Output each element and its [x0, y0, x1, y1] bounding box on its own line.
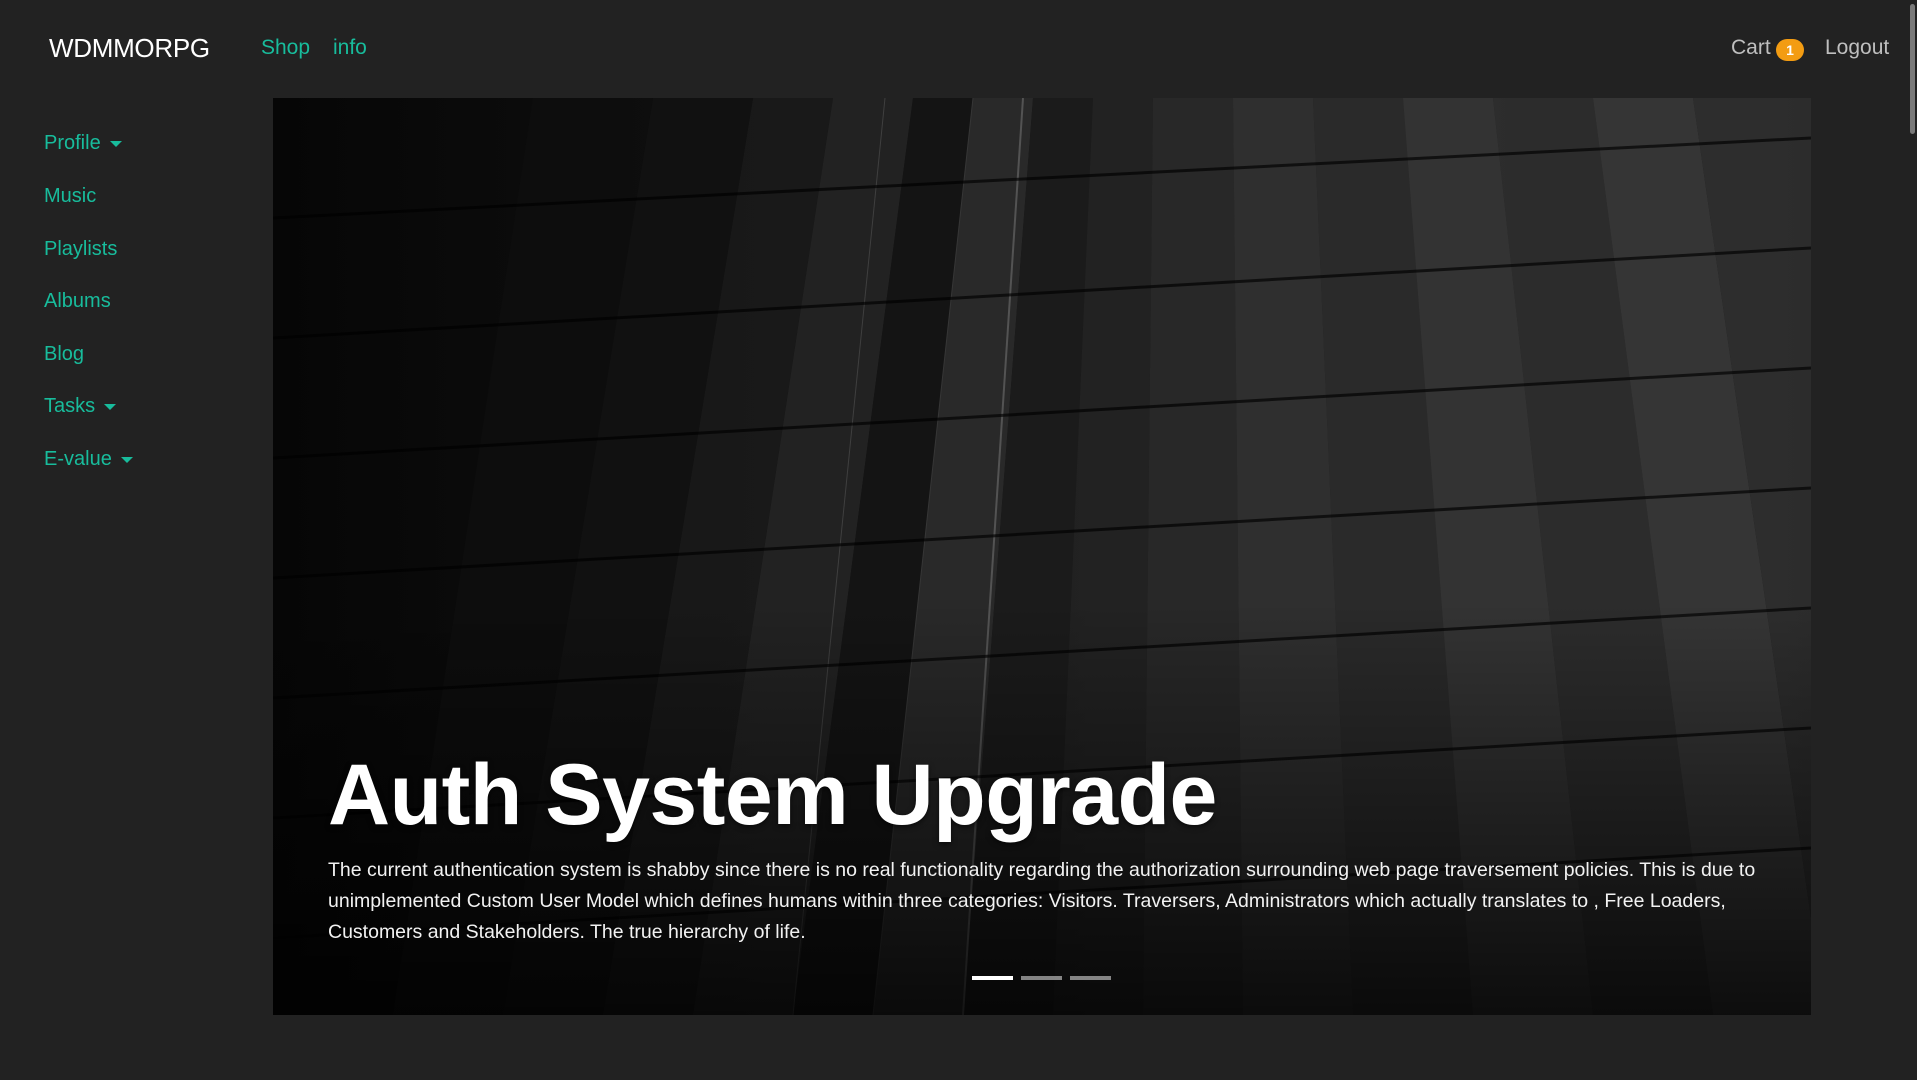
sidebar-item-label: Playlists — [44, 238, 118, 260]
hero-carousel[interactable]: Auth System Upgrade The current authenti… — [273, 98, 1811, 1015]
logout-link[interactable]: Logout — [1825, 36, 1889, 60]
carousel-indicators — [972, 976, 1111, 980]
page-scrollbar[interactable] — [1907, 0, 1917, 1080]
sidebar-item-tasks[interactable]: Tasks — [44, 395, 117, 418]
sidebar-item-label: Blog — [44, 343, 85, 365]
carousel-caption: Auth System Upgrade The current authenti… — [328, 748, 1768, 948]
sidebar-item-label: Music — [44, 185, 97, 207]
sidebar-item-playlists[interactable]: Playlists — [44, 238, 117, 261]
top-navbar: WDMMORPG Shop info Cart 1 Logout — [0, 0, 1917, 98]
sidebar-item-label: Profile — [44, 132, 101, 154]
cart-link[interactable]: Cart — [1731, 36, 1771, 60]
sidebar-item-label: Tasks — [44, 395, 96, 417]
cart-count-badge: 1 — [1776, 39, 1804, 61]
caret-down-icon — [109, 140, 122, 147]
caret-down-icon — [120, 456, 133, 463]
sidebar-item-e-value[interactable]: E-value — [44, 448, 133, 471]
sidebar-item-label: E-value — [44, 448, 112, 470]
caret-down-icon — [104, 403, 117, 410]
scrollbar-thumb[interactable] — [1910, 4, 1915, 134]
sidebar: Profile Music Playlists Albums Blog Task… — [0, 98, 272, 1080]
sidebar-item-albums[interactable]: Albums — [44, 290, 111, 313]
brand-logo[interactable]: WDMMORPG — [49, 33, 210, 64]
slide-title: Auth System Upgrade — [328, 747, 1217, 843]
sidebar-item-profile[interactable]: Profile — [44, 132, 122, 155]
nav-link-shop[interactable]: Shop — [261, 36, 310, 60]
sidebar-item-blog[interactable]: Blog — [44, 343, 84, 366]
slide-description: The current authentication system is sha… — [328, 858, 1756, 943]
nav-link-info[interactable]: info — [333, 36, 367, 60]
carousel-indicator-2[interactable] — [1021, 976, 1062, 980]
sidebar-item-music[interactable]: Music — [44, 185, 96, 208]
sidebar-item-label: Albums — [44, 290, 111, 312]
carousel-indicator-1[interactable] — [972, 976, 1013, 980]
carousel-indicator-3[interactable] — [1070, 976, 1111, 980]
